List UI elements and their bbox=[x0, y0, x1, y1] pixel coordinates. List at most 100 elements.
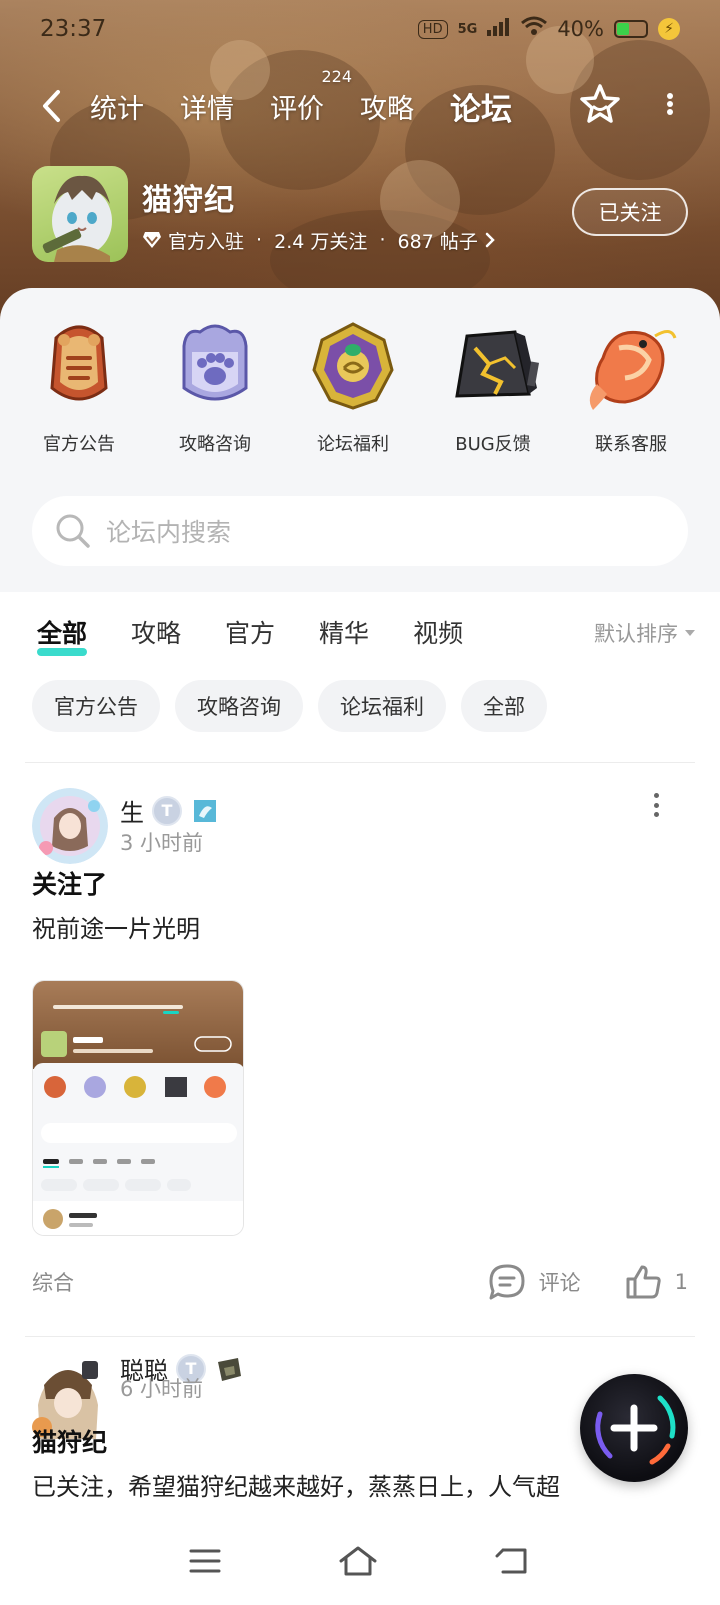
post-actions: 评论 1 bbox=[487, 1263, 688, 1301]
status-bar: 23:37 HD 5G 40% ⚡ bbox=[0, 0, 720, 58]
thumbnail-body bbox=[33, 1063, 243, 1235]
nav-actions bbox=[578, 82, 676, 126]
category-bug-report[interactable]: BUG反馈 bbox=[428, 318, 558, 456]
followed-button[interactable]: 已关注 bbox=[572, 188, 688, 236]
tab-forum[interactable]: 论坛 bbox=[448, 84, 514, 133]
filter-tab-guides[interactable]: 攻略 bbox=[131, 614, 181, 650]
tab-guides[interactable]: 攻略 bbox=[360, 87, 414, 126]
post-title: 猫狩纪 bbox=[32, 1428, 108, 1457]
back-nav-icon[interactable] bbox=[495, 1546, 531, 1580]
more-options-icon[interactable] bbox=[664, 89, 676, 119]
hd-indicator: HD bbox=[417, 19, 448, 39]
game-info: 猫狩纪 官方入驻 · 2.4 万关注 · 687 帖子 bbox=[142, 175, 496, 254]
post-title: 关注了 bbox=[32, 870, 108, 899]
author-name[interactable]: 生 T bbox=[120, 793, 220, 828]
post-time: 3 小时前 bbox=[120, 831, 204, 855]
category-customer-service[interactable]: 联系客服 bbox=[566, 318, 696, 456]
menu-icon[interactable] bbox=[189, 1548, 221, 1578]
like-button[interactable]: 1 bbox=[625, 1264, 688, 1300]
post-category-tag[interactable]: 综合 bbox=[32, 1267, 74, 1297]
filter-tab-label: 全部 bbox=[37, 619, 88, 648]
post-body: 已关注，希望猫狩纪越来越好，蒸蒸日上，人气超 bbox=[32, 1473, 560, 1501]
nav-tabs: 统计 详情 评价 224 攻略 论坛 bbox=[90, 67, 548, 134]
game-title: 猫狩纪 bbox=[142, 182, 235, 218]
post-filters: 全部 攻略 官方 精华 视频 默认排序 官方公告 攻略咨询 论坛福利 全部 bbox=[0, 592, 720, 762]
filter-tab-video[interactable]: 视频 bbox=[413, 614, 463, 650]
category-chips: 官方公告 攻略咨询 论坛福利 全部 bbox=[32, 680, 547, 732]
posts-count: 687 帖子 bbox=[397, 230, 478, 253]
post-time: 6 小时前 bbox=[120, 1377, 204, 1401]
tab-reviews-label: 评价 bbox=[270, 93, 324, 125]
meta-separator-dot: · bbox=[250, 229, 269, 251]
fan-badge-icon bbox=[194, 799, 216, 822]
forum-categories-panel: 官方公告 攻略咨询 论坛福利 BUG反馈 联系客服 论坛内搜索 bbox=[0, 288, 720, 592]
category-guide-consult[interactable]: 攻略咨询 bbox=[150, 318, 280, 456]
post-image-thumbnail[interactable] bbox=[32, 980, 244, 1236]
chevron-right-icon bbox=[485, 232, 495, 248]
caret-down-icon bbox=[685, 630, 695, 636]
category-announcement[interactable]: 官方公告 bbox=[14, 318, 144, 456]
top-navigation: 统计 详情 评价 224 攻略 论坛 bbox=[0, 67, 720, 134]
tab-details[interactable]: 详情 bbox=[180, 87, 234, 126]
wifi-icon bbox=[521, 16, 548, 42]
charging-icon: ⚡ bbox=[658, 18, 680, 40]
status-indicators: HD 5G 40% ⚡ bbox=[417, 16, 680, 42]
cracked-stone-icon bbox=[455, 330, 540, 398]
signal-icon: 5G bbox=[457, 21, 478, 37]
search-placeholder: 论坛内搜索 bbox=[106, 518, 232, 547]
search-icon bbox=[56, 514, 90, 548]
category-label: 论坛福利 bbox=[317, 434, 389, 455]
category-label: 联系客服 bbox=[595, 434, 667, 455]
author-name-text: 生 bbox=[120, 799, 144, 827]
favorite-star-icon[interactable] bbox=[578, 82, 622, 126]
official-label: 官方入驻 bbox=[168, 230, 245, 253]
followers-count: 2.4 万关注 bbox=[274, 230, 368, 253]
status-time: 23:37 bbox=[40, 16, 107, 42]
category-forum-welfare[interactable]: 论坛福利 bbox=[288, 318, 418, 456]
thumbnail-header bbox=[33, 981, 243, 1069]
filter-tabs: 全部 攻略 官方 精华 视频 bbox=[37, 614, 507, 656]
battery-icon bbox=[614, 20, 648, 38]
category-label: 攻略咨询 bbox=[179, 434, 251, 455]
tab-reviews[interactable]: 评价 224 bbox=[270, 67, 352, 126]
forum-search-input[interactable]: 论坛内搜索 bbox=[32, 496, 688, 566]
chip-forum-welfare[interactable]: 论坛福利 bbox=[318, 680, 446, 732]
filter-tab-featured[interactable]: 精华 bbox=[319, 614, 369, 650]
reviews-count-badge: 224 bbox=[321, 66, 352, 86]
back-icon[interactable] bbox=[36, 88, 66, 124]
like-count: 1 bbox=[674, 1270, 688, 1294]
category-list: 官方公告 攻略咨询 论坛福利 BUG反馈 联系客服 bbox=[0, 318, 720, 458]
create-post-button[interactable] bbox=[580, 1374, 688, 1482]
comment-icon bbox=[489, 1264, 525, 1300]
thumbs-up-icon bbox=[626, 1265, 661, 1299]
sort-dropdown[interactable]: 默认排序 bbox=[594, 618, 696, 648]
signal-bars-icon bbox=[487, 17, 511, 42]
game-info-row: 猫狩纪 官方入驻 · 2.4 万关注 · 687 帖子 已关注 bbox=[32, 166, 688, 262]
post-footer: 综合 评论 1 bbox=[32, 1260, 688, 1304]
system-navigation-bar bbox=[0, 1520, 720, 1605]
sort-label: 默认排序 bbox=[594, 622, 678, 646]
level-badge: T bbox=[152, 795, 182, 826]
emblem-icon bbox=[312, 322, 394, 410]
post-body: 祝前途一片光明 bbox=[32, 915, 200, 943]
tab-stats[interactable]: 统计 bbox=[90, 87, 144, 126]
meta-separator-dot: · bbox=[373, 229, 392, 251]
koi-fish-icon bbox=[589, 330, 677, 410]
filter-tab-official[interactable]: 官方 bbox=[225, 614, 275, 650]
chip-announcement[interactable]: 官方公告 bbox=[32, 680, 160, 732]
post-more-icon[interactable] bbox=[652, 793, 660, 817]
game-icon[interactable] bbox=[32, 166, 128, 262]
plus-icon bbox=[595, 1395, 676, 1465]
battery-percent: 40% bbox=[557, 17, 604, 41]
home-icon[interactable] bbox=[338, 1545, 378, 1581]
chip-guide-consult[interactable]: 攻略咨询 bbox=[175, 680, 303, 732]
comment-button[interactable]: 评论 bbox=[487, 1263, 581, 1301]
announcement-icon bbox=[50, 325, 108, 401]
filter-tab-all[interactable]: 全部 bbox=[37, 614, 88, 656]
paw-icon bbox=[182, 324, 248, 401]
fan-badge-icon bbox=[218, 1357, 241, 1381]
game-meta[interactable]: 官方入驻 · 2.4 万关注 · 687 帖子 bbox=[142, 227, 496, 254]
chip-all[interactable]: 全部 bbox=[461, 680, 547, 732]
comment-label: 评论 bbox=[538, 1271, 581, 1295]
author-avatar[interactable] bbox=[32, 788, 108, 864]
